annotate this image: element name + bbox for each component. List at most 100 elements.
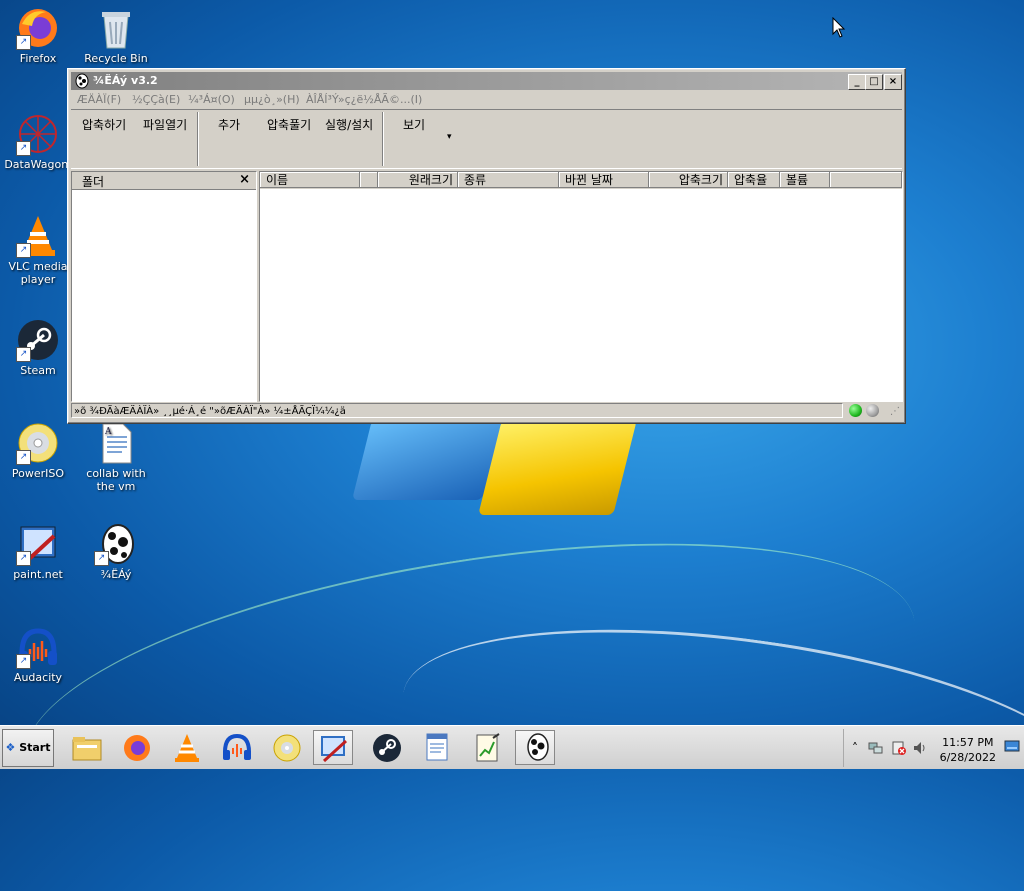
column-filler — [830, 172, 902, 188]
clock-date: 6/28/2022 — [939, 751, 996, 764]
desktop-icon-label: Firefox — [19, 52, 57, 65]
maximize-button[interactable]: □ — [865, 74, 883, 90]
desktop-icon-paintnet[interactable]: ↗ paint.net — [0, 522, 76, 581]
wallpaper-logo-blue — [352, 420, 502, 500]
tray-action-center-icon[interactable] — [891, 741, 907, 758]
run-install-button[interactable]: 실행/설치 — [325, 116, 373, 133]
svg-text:A: A — [104, 427, 112, 437]
desktop-icon-poweriso[interactable]: ↗ PowerISO — [0, 421, 76, 480]
add-button[interactable]: 추가 — [218, 116, 240, 133]
desktop-icon-label: PowerISO — [11, 467, 65, 480]
taskbar-alzip-icon[interactable] — [515, 730, 555, 765]
column-name[interactable]: 이름 — [260, 172, 360, 188]
taskbar: ❖ Start ˄ 11:57 PM 6/28/2022 — [0, 725, 1024, 769]
column-modified-date[interactable]: 바뀐 날짜 — [559, 172, 649, 188]
alzip-egg-icon: ↗ — [94, 522, 138, 566]
extract-button[interactable]: 압축풀기 — [267, 116, 311, 133]
desktop-icon-collab-doc[interactable]: A collab with the vm — [78, 421, 154, 493]
app-egg-icon — [74, 73, 90, 89]
paintnet-icon: ↗ — [16, 522, 60, 566]
desktop-icon-label: collab with the vm — [86, 467, 146, 493]
system-tray: ˄ 11:57 PM 6/28/2022 — [843, 729, 1024, 767]
column-compressed-size[interactable]: 압축크기 — [649, 172, 728, 188]
compress-button[interactable]: 압축하기 — [82, 116, 126, 133]
view-button[interactable]: 보기 — [403, 116, 425, 133]
desktop-icon-datawagon[interactable]: ↗ DataWagon. — [0, 112, 76, 171]
document-icon: A — [94, 421, 138, 465]
column-original-size[interactable]: 원래크기 — [378, 172, 458, 188]
menu-internet[interactable]: ÀÎÅÍ³Ý»ç¿ë½ÅÃ©...(I) — [306, 93, 422, 106]
status-led-green-icon — [849, 404, 862, 417]
view-dropdown-arrow-icon[interactable]: ▾ — [447, 132, 452, 142]
tray-clock[interactable]: 11:57 PM 6/28/2022 — [940, 735, 996, 765]
close-button[interactable]: × — [884, 74, 902, 90]
menu-bar: ÆÄÀÏ(F) ½ÇÇà(E) ¼³Á¤(O) µµ¿ò¸»(H) ÀÎÅÍ³Ý… — [71, 91, 902, 109]
taskbar-steam-icon[interactable] — [367, 730, 407, 765]
wallpaper-logo-yellow — [478, 420, 637, 515]
recycle-bin-icon — [94, 6, 138, 50]
datawagon-icon: ↗ — [16, 112, 60, 156]
status-bar: »õ ¾ÐÃàÆÄÀÏÀ» ¸¸µé·Á¸é "»õÆÄÀÏ"À» ¼±ÅÃÇÏ… — [71, 402, 902, 420]
taskbar-vlc-icon[interactable] — [167, 730, 207, 765]
folder-pane-title: 폴더 — [82, 175, 105, 189]
desktop-icon-label: Recycle Bin — [84, 52, 148, 65]
open-file-button[interactable]: 파일열기 — [143, 116, 187, 133]
alzip-window[interactable]: ¾ËÁý v3.2 _ □ × ÆÄÀÏ(F) ½ÇÇà(E) ¼³Á¤(O) … — [67, 68, 906, 424]
column-type[interactable]: 종류 — [458, 172, 559, 188]
desktop-icon-recycle-bin[interactable]: Recycle Bin — [78, 6, 154, 65]
desktop-icon-alzip[interactable]: ↗ ¾ËÁý — [78, 522, 154, 581]
firefox-icon: ↗ — [16, 6, 60, 50]
desktop-icon-label: paint.net — [13, 568, 63, 581]
vlc-icon: ↗ — [16, 214, 60, 258]
taskbar-audacity-icon[interactable] — [217, 730, 257, 765]
tray-volume-icon[interactable] — [912, 741, 928, 758]
tray-expand-icon[interactable]: ˄ — [852, 741, 858, 755]
steam-icon: ↗ — [16, 318, 60, 362]
status-text: »õ ¾ÐÃàÆÄÀÏÀ» ¸¸µé·Á¸é "»õÆÄÀÏ"À» ¼±ÅÃÇÏ… — [71, 403, 843, 418]
toolbar: 압축하기 파일열기 추가 압축풀기 실행/설치 보기 ▾ — [71, 109, 902, 169]
clock-time: 11:57 PM — [942, 736, 994, 749]
mouse-cursor-icon — [832, 16, 846, 42]
window-titlebar[interactable]: ¾ËÁý v3.2 _ □ × — [71, 72, 902, 90]
taskbar-notepad-icon[interactable] — [467, 730, 507, 765]
desktop-icon-label: VLC media player — [8, 260, 68, 286]
tray-network-icon[interactable] — [868, 741, 884, 758]
taskbar-wordpad-icon[interactable] — [417, 730, 457, 765]
toolbar-separator — [197, 112, 199, 166]
toolbar-separator — [382, 112, 384, 166]
file-list-pane[interactable]: 이름 원래크기 종류 바뀐 날짜 압축크기 압축율 볼륨 — [259, 171, 903, 402]
desktop-icon-label: DataWagon. — [4, 158, 72, 171]
desktop-icon-audacity[interactable]: ↗ Audacity — [0, 625, 76, 684]
audacity-icon: ↗ — [16, 625, 60, 669]
poweriso-icon: ↗ — [16, 421, 60, 465]
desktop-icon-firefox[interactable]: ↗ Firefox — [0, 6, 76, 65]
taskbar-firefox-icon[interactable] — [117, 730, 157, 765]
start-button[interactable]: ❖ Start — [2, 729, 54, 767]
windows-logo-icon: ❖ — [5, 741, 16, 754]
column-volume[interactable]: 볼륨 — [780, 172, 830, 188]
desktop-icon-steam[interactable]: ↗ Steam — [0, 318, 76, 377]
desktop-icon-vlc[interactable]: ↗ VLC media player — [0, 214, 76, 286]
column-blank[interactable] — [360, 172, 378, 188]
menu-file[interactable]: ÆÄÀÏ(F) — [77, 93, 121, 106]
menu-help[interactable]: µµ¿ò¸»(H) — [244, 93, 300, 106]
file-list-header: 이름 원래크기 종류 바뀐 날짜 압축크기 압축율 볼륨 — [260, 172, 902, 189]
column-ratio[interactable]: 압축율 — [728, 172, 780, 188]
taskbar-explorer-icon[interactable] — [67, 730, 107, 765]
desktop-icon-label: Steam — [20, 364, 56, 377]
desktop-icon-label: Audacity — [13, 671, 63, 684]
show-desktop-icon[interactable] — [1004, 739, 1020, 756]
taskbar-paintnet-icon[interactable] — [313, 730, 353, 765]
folder-pane-close-icon[interactable]: × — [239, 172, 250, 187]
folder-pane: 폴더 × — [71, 171, 257, 402]
menu-settings[interactable]: ¼³Á¤(O) — [188, 93, 235, 106]
menu-run[interactable]: ½ÇÇà(E) — [132, 93, 180, 106]
minimize-button[interactable]: _ — [848, 74, 866, 90]
start-label: Start — [19, 741, 51, 754]
taskbar-poweriso-icon[interactable] — [267, 730, 307, 765]
window-title: ¾ËÁý v3.2 — [93, 74, 158, 87]
status-led-gray-icon — [866, 404, 879, 417]
folder-pane-header: 폴더 × — [72, 172, 256, 190]
desktop-icon-label: ¾ËÁý — [100, 568, 132, 581]
resize-grip-icon[interactable]: ⋰ — [890, 406, 900, 417]
